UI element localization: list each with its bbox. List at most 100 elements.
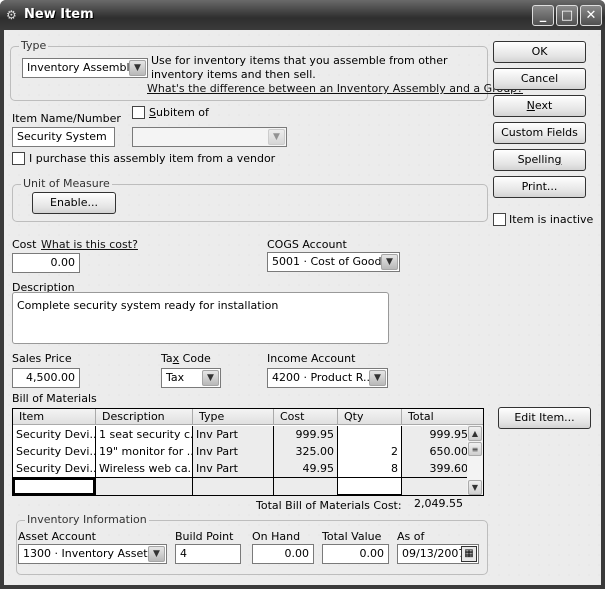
as-of-date-input[interactable]: 09/13/2007 ▦ — [397, 544, 479, 564]
bom-cell-qty[interactable]: 2 — [337, 443, 401, 460]
on-hand-input[interactable]: 0.00 — [252, 544, 314, 564]
bom-cell-type: Inv Part — [192, 426, 273, 443]
uom-legend: Unit of Measure — [21, 177, 112, 190]
bom-cell-qty[interactable] — [337, 478, 401, 495]
title-bar: ⚙ New Item _ □ ✕ — [0, 0, 605, 30]
income-account-select[interactable]: 4200 · Product R... ▼ — [267, 368, 388, 388]
bom-cell-description[interactable] — [95, 478, 192, 495]
dialog-body: Type Inventory Assembly ▼ Use for invent… — [4, 30, 601, 585]
bom-col-item[interactable]: Item — [13, 409, 95, 425]
chevron-down-icon: ▼ — [202, 370, 219, 386]
bom-row[interactable]: Security Devi... Wireless web ca... Inv … — [13, 460, 471, 477]
type-legend: Type — [19, 39, 49, 52]
edit-item-button[interactable]: Edit Item... — [498, 407, 591, 429]
bom-cell-item-active[interactable] — [13, 478, 95, 495]
scroll-up-icon[interactable]: ▲ — [468, 426, 482, 441]
bom-scrollbar[interactable]: ▲ ≡ ▼ — [467, 425, 483, 495]
minimize-button[interactable]: _ — [532, 5, 554, 26]
asset-account-value: 1300 · Inventory Asset — [23, 547, 148, 560]
item-inactive-label: Item is inactive — [509, 213, 594, 226]
bom-cell-description[interactable]: 19" monitor for ... — [95, 443, 192, 460]
bom-cell-type: Inv Part — [192, 443, 273, 460]
bom-table: Item Description Type Cost Qty Total Sec… — [12, 408, 484, 496]
item-inactive-checkbox[interactable] — [493, 213, 506, 226]
subitem-select[interactable]: ▼ — [132, 127, 287, 147]
bom-total-label: Total Bill of Materials Cost: — [256, 499, 402, 512]
bom-cell-cost: 999.95 — [273, 426, 337, 443]
bom-cell-qty[interactable]: 8 — [337, 460, 401, 477]
as-of-date-value: 09/13/2007 — [402, 547, 466, 560]
bom-header: Item Description Type Cost Qty Total — [13, 409, 483, 425]
inventory-legend: Inventory Information — [25, 513, 149, 526]
item-name-input[interactable]: Security System — [12, 127, 115, 147]
income-account-label: Income Account — [267, 352, 356, 365]
bom-col-qty[interactable]: Qty — [337, 409, 401, 425]
bom-cell-description[interactable]: 1 seat security c... — [95, 426, 192, 443]
cogs-account-select[interactable]: 5001 · Cost of Good... ▼ — [267, 252, 400, 272]
bom-col-type[interactable]: Type — [192, 409, 273, 425]
bom-cell-total: 399.60 — [401, 460, 471, 477]
uom-enable-button[interactable]: Enable... — [32, 192, 116, 214]
custom-fields-button[interactable]: Custom Fields — [493, 122, 586, 144]
chevron-down-icon: ▼ — [129, 60, 146, 76]
bom-cell-item[interactable]: Security Devi... — [13, 443, 95, 460]
tax-code-value: Tax — [166, 371, 185, 384]
chevron-down-icon: ▼ — [268, 129, 285, 145]
cost-input[interactable]: 0.00 — [12, 253, 80, 273]
bom-cell-qty[interactable] — [337, 426, 401, 443]
spelling-button[interactable]: Spelling — [493, 149, 586, 171]
type-select[interactable]: Inventory Assembly ▼ — [22, 58, 148, 78]
assembly-vs-group-link[interactable]: What's the difference between an Invento… — [147, 82, 523, 95]
cogs-account-value: 5001 · Cost of Good... — [272, 255, 392, 268]
total-value-input[interactable]: 0.00 — [322, 544, 389, 564]
sales-price-input[interactable]: 4,500.00 — [12, 368, 80, 388]
ok-button[interactable]: OK — [493, 41, 586, 63]
maximize-button[interactable]: □ — [556, 5, 578, 26]
bom-col-description[interactable]: Description — [95, 409, 192, 425]
bom-cell-item[interactable]: Security Devi... — [13, 426, 95, 443]
cogs-account-label: COGS Account — [267, 238, 347, 251]
print-button[interactable]: Print... — [493, 176, 586, 198]
build-point-label: Build Point — [175, 530, 234, 543]
calendar-icon[interactable]: ▦ — [461, 546, 477, 562]
bom-cell-description[interactable]: Wireless web ca... — [95, 460, 192, 477]
asset-account-label: Asset Account — [18, 530, 96, 543]
sales-price-label: Sales Price — [12, 352, 72, 365]
description-textarea[interactable]: Complete security system ready for insta… — [12, 292, 389, 344]
bom-cell-total: 650.00 — [401, 443, 471, 460]
what-is-this-cost-link[interactable]: What is this cost? — [41, 238, 138, 251]
bom-total-value: 2,049.55 — [414, 497, 463, 510]
bom-col-cost[interactable]: Cost — [273, 409, 337, 425]
income-account-value: 4200 · Product R... — [272, 371, 374, 384]
bom-cell-item[interactable]: Security Devi... — [13, 460, 95, 477]
chevron-down-icon: ▼ — [381, 254, 398, 270]
close-button[interactable]: ✕ — [580, 5, 602, 26]
next-button[interactable]: Next — [493, 95, 586, 117]
bom-row-empty[interactable] — [13, 477, 471, 495]
purchase-from-vendor-checkbox[interactable] — [12, 152, 25, 165]
as-of-label: As of — [397, 530, 425, 543]
tax-code-label: Tax Code — [161, 352, 211, 365]
type-help-text: Use for inventory items that you assembl… — [151, 54, 448, 81]
tax-code-select[interactable]: Tax ▼ — [161, 368, 221, 388]
total-value-label: Total Value — [322, 530, 382, 543]
scroll-thumb[interactable]: ≡ — [468, 442, 482, 456]
asset-account-select[interactable]: 1300 · Inventory Asset ▼ — [18, 544, 167, 564]
window-title: New Item — [24, 7, 94, 22]
bom-row[interactable]: Security Devi... 19" monitor for ... Inv… — [13, 443, 471, 460]
subitem-label: Subitem of — [149, 106, 209, 119]
scroll-down-icon[interactable]: ▼ — [468, 480, 482, 495]
new-item-window: ⚙ New Item _ □ ✕ Type Inventory Assembly… — [0, 0, 605, 589]
bom-col-total[interactable]: Total — [401, 409, 483, 425]
bom-label: Bill of Materials — [12, 392, 97, 405]
item-name-label: Item Name/Number — [12, 112, 121, 125]
type-select-value: Inventory Assembly — [27, 61, 137, 74]
bom-cell-cost: 49.95 — [273, 460, 337, 477]
on-hand-label: On Hand — [252, 530, 301, 543]
build-point-input[interactable]: 4 — [175, 544, 241, 564]
item-icon: ⚙ — [6, 8, 17, 22]
subitem-checkbox[interactable] — [132, 106, 145, 119]
bom-cell-total — [401, 478, 471, 495]
cancel-button[interactable]: Cancel — [493, 68, 586, 90]
bom-row[interactable]: Security Devi... 1 seat security c... In… — [13, 426, 471, 443]
